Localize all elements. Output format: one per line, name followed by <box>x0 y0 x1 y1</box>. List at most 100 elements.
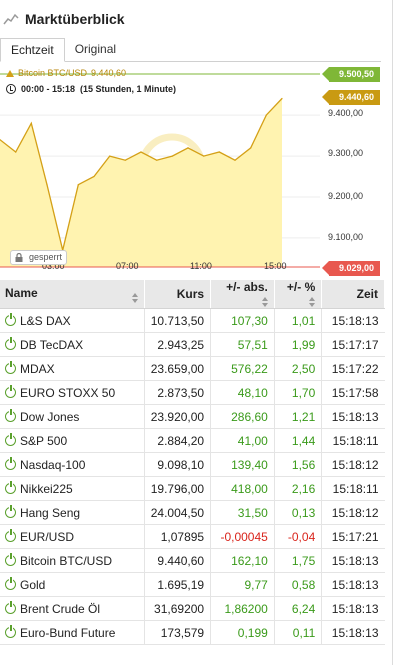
chart-data-point <box>218 151 220 153</box>
page-title: Marktüberblick <box>25 11 125 27</box>
cell-kurs: 2.873,50 <box>144 380 212 405</box>
cell-name[interactable]: Dow Jones <box>0 404 145 429</box>
sort-icon[interactable] <box>309 296 316 307</box>
sort-icon[interactable] <box>131 292 138 303</box>
cell-pct-change: 1,70 <box>274 380 323 405</box>
table-row[interactable]: Nasdaq-100 9.098,10 139,40 1,56 15:18:12 <box>0 452 385 477</box>
power-icon <box>5 552 16 566</box>
chart-data-point <box>46 184 48 186</box>
sort-icon[interactable] <box>261 296 268 307</box>
cell-kurs: 31,69200 <box>144 596 212 621</box>
column-header-abs[interactable]: +/- abs. <box>210 280 275 309</box>
tab-echtzeit[interactable]: Echtzeit <box>0 38 65 62</box>
instrument-name: EUR/USD <box>20 529 75 544</box>
table-row[interactable]: Euro-Bund Future 173,579 0,199 0,11 15:18:13 <box>0 620 385 645</box>
cell-name[interactable]: EURO STOXX 50 <box>0 380 145 405</box>
chart-data-point <box>124 159 126 161</box>
table-row[interactable]: S&P 500 2.884,20 41,00 1,44 15:18:11 <box>0 428 385 453</box>
table-row[interactable]: Hang Seng 24.004,50 31,50 0,13 15:18:12 <box>0 500 385 525</box>
table-row[interactable]: L&S DAX 10.713,50 107,30 1,01 15:18:13 <box>0 308 385 333</box>
tab-original[interactable]: Original <box>65 38 126 61</box>
cell-abs-change: 418,00 <box>210 476 275 501</box>
power-icon <box>5 600 16 614</box>
cell-time: 15:18:13 <box>321 404 385 429</box>
chart-data-point <box>171 155 173 157</box>
y-tick-label: 9.200,00 <box>328 191 364 201</box>
cell-kurs: 19.796,00 <box>144 476 212 501</box>
instrument-info: Bitcoin BTC/USD 9.440,60 <box>6 68 126 78</box>
table-row[interactable]: DB TecDAX 2.943,25 57,51 1,99 15:17:17 <box>0 332 385 357</box>
chart-data-point <box>187 147 189 149</box>
column-header-zeit[interactable]: Zeit <box>321 280 385 309</box>
cell-kurs: 173,579 <box>144 620 212 645</box>
instrument-name: Brent Crude Öl <box>20 601 101 616</box>
cell-pct-change: 1,75 <box>274 548 323 573</box>
column-header-pct[interactable]: +/- % <box>274 280 323 309</box>
column-header-name[interactable]: Name <box>0 280 145 309</box>
cell-pct-change: 1,01 <box>274 308 323 333</box>
instrument-name: Euro-Bund Future <box>20 625 116 640</box>
table-header-row: Name Kurs +/- abs. +/- % Zeit <box>0 280 385 309</box>
cell-abs-change: 107,30 <box>210 308 275 333</box>
table-row[interactable]: MDAX 23.659,00 576,22 2,50 15:17:22 <box>0 356 385 381</box>
cell-kurs: 23.659,00 <box>144 356 212 381</box>
instrument-name: Bitcoin BTC/USD <box>18 68 88 78</box>
column-header-kurs[interactable]: Kurs <box>144 280 212 309</box>
cell-abs-change: 0,199 <box>210 620 275 645</box>
table-row[interactable]: EUR/USD 1,07895 -0,00045 -0,04 15:17:21 <box>0 524 385 549</box>
cell-abs-change: 31,50 <box>210 500 275 525</box>
low-price-tag: 9.029,00 <box>321 261 380 276</box>
chart-data-point <box>93 175 95 178</box>
cell-abs-change: 139,40 <box>210 452 275 477</box>
column-header-label: +/- abs. <box>226 280 268 294</box>
price-chart[interactable]: GT Bitcoin BTC/USD 9.440,60 00:00 - 15:1… <box>0 62 392 276</box>
cell-abs-change: 576,22 <box>210 356 275 381</box>
cell-name[interactable]: Brent Crude Öl <box>0 596 145 621</box>
table-row[interactable]: EURO STOXX 50 2.873,50 48,10 1,70 15:17:58 <box>0 380 385 405</box>
cell-name[interactable]: Hang Seng <box>0 500 145 525</box>
cell-kurs: 24.004,50 <box>144 500 212 525</box>
cell-pct-change: 0,11 <box>274 620 323 645</box>
cell-time: 15:17:58 <box>321 380 385 405</box>
cell-name[interactable]: DB TecDAX <box>0 332 145 357</box>
table-row[interactable]: Gold 1.695,19 9,77 0,58 15:18:13 <box>0 572 385 597</box>
cell-name[interactable]: EUR/USD <box>0 524 145 549</box>
cell-kurs: 10.713,50 <box>144 308 212 333</box>
cell-time: 15:18:13 <box>321 548 385 573</box>
cell-name[interactable]: S&P 500 <box>0 428 145 453</box>
power-icon <box>5 408 16 422</box>
cell-kurs: 23.920,00 <box>144 404 212 429</box>
cell-name[interactable]: L&S DAX <box>0 308 145 333</box>
cell-name[interactable]: Gold <box>0 572 145 597</box>
cell-time: 15:18:13 <box>321 620 385 645</box>
instrument-name: L&S DAX <box>20 313 71 328</box>
table-row[interactable]: Dow Jones 23.920,00 286,60 1,21 15:18:13 <box>0 404 385 429</box>
power-icon <box>5 432 16 446</box>
cell-abs-change: 1,86200 <box>210 596 275 621</box>
cell-pct-change: 2,16 <box>274 476 323 501</box>
cell-name[interactable]: MDAX <box>0 356 145 381</box>
tab-bar: Echtzeit Original <box>0 38 381 62</box>
cell-abs-change: 9,77 <box>210 572 275 597</box>
power-icon <box>5 336 16 350</box>
cell-time: 15:18:13 <box>321 308 385 333</box>
clock-icon <box>6 84 16 94</box>
cell-name[interactable]: Bitcoin BTC/USD <box>0 548 145 573</box>
table-row[interactable]: Bitcoin BTC/USD 9.440,60 162,10 1,75 15:18:1… <box>0 548 385 573</box>
cell-name[interactable]: Nikkei225 <box>0 476 145 501</box>
instrument-name: Hang Seng <box>20 505 81 520</box>
cell-pct-change: 2,50 <box>274 356 323 381</box>
column-header-label: Kurs <box>176 287 205 301</box>
cell-name[interactable]: Nasdaq-100 <box>0 452 145 477</box>
cell-kurs: 2.943,25 <box>144 332 212 357</box>
duration-label: (15 Stunden, 1 Minute) <box>80 84 177 94</box>
instrument-name: Nasdaq-100 <box>20 457 86 472</box>
table-row[interactable]: Brent Crude Öl 31,69200 1,86200 6,24 15:18:1… <box>0 596 385 621</box>
chart-data-point <box>203 155 205 157</box>
table-row[interactable]: Nikkei225 19.796,00 418,00 2,16 15:18:11 <box>0 476 385 501</box>
power-icon <box>5 480 16 494</box>
locked-badge[interactable]: gesperrt <box>10 250 68 265</box>
power-icon <box>5 624 16 638</box>
x-tick-label: 11:00 <box>190 261 212 271</box>
cell-name[interactable]: Euro-Bund Future <box>0 620 145 645</box>
